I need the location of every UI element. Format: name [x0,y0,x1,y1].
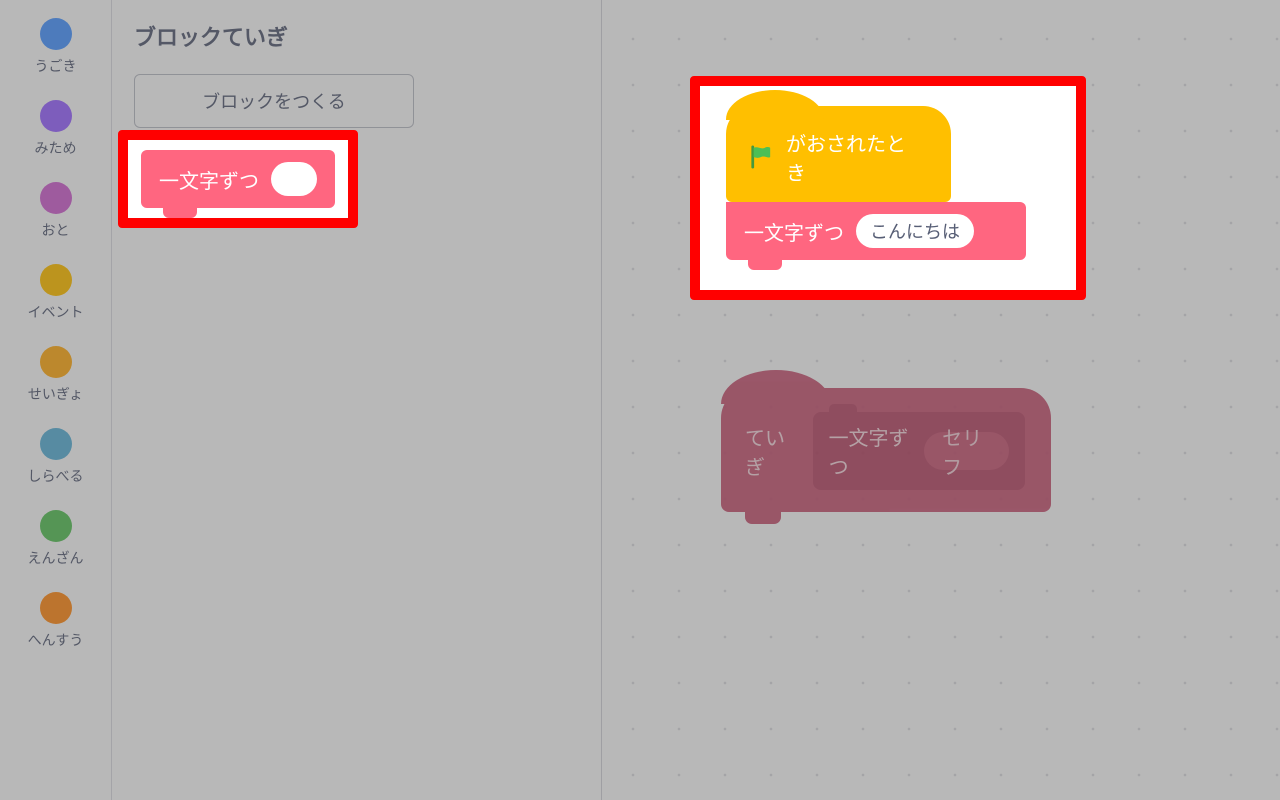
category-dot [40,264,72,296]
category-dot [40,510,72,542]
custom-block-call[interactable]: 一文字ずつ こんにちは [726,202,1026,260]
category-dot [40,592,72,624]
highlight-workspace-script: がおされたとき 一文字ずつ こんにちは [690,76,1086,300]
category-motion[interactable]: うごき [0,8,111,90]
category-variables[interactable]: へんすう [0,582,111,664]
app-root: うごき みため おと イベント せいぎょ しらべる えんざん へんすう [0,0,1280,800]
category-dot [40,428,72,460]
category-events[interactable]: イベント [0,254,111,336]
category-label: おと [42,220,70,240]
category-dot [40,346,72,378]
definition-script[interactable]: ていぎ 一文字ずつ セリフ [721,388,1051,512]
category-label: へんすう [28,630,84,650]
category-label: えんざん [28,548,84,568]
green-flag-icon [750,145,772,169]
script-stack[interactable]: がおされたとき 一文字ずつ こんにちは [726,106,1050,260]
custom-block-arg-input[interactable]: こんにちは [856,214,974,248]
block-bump [745,510,781,524]
category-operators[interactable]: えんざん [0,500,111,582]
block-bump [748,258,782,270]
definition-arg-name: セリフ [924,432,1009,470]
custom-block-sample[interactable]: 一文字ずつ [141,150,335,208]
make-block-button[interactable]: ブロックをつくる [134,74,414,128]
hat-block-label: がおされたとき [786,128,925,186]
custom-block-arg-input[interactable] [271,162,317,196]
hat-cap-shape [721,370,831,404]
definition-prototype: 一文字ずつ セリフ [813,412,1025,490]
category-label: みため [35,138,77,158]
category-dot [40,18,72,50]
definition-hat-block[interactable]: ていぎ 一文字ずつ セリフ [721,388,1051,512]
definition-prefix-label: ていぎ [745,422,797,480]
category-looks[interactable]: みため [0,90,111,172]
category-sound[interactable]: おと [0,172,111,254]
category-label: しらべる [28,466,84,486]
hat-cap-shape [726,90,824,120]
category-control[interactable]: せいぎょ [0,336,111,418]
category-label: うごき [35,56,77,76]
palette-title: ブロックていぎ [134,20,579,52]
custom-block-label: 一文字ずつ [744,217,844,246]
when-flag-clicked-block[interactable]: がおされたとき [726,106,951,202]
category-strip: うごき みため おと イベント せいぎょ しらべる えんざん へんすう [0,0,112,800]
category-dot [40,100,72,132]
category-sensing[interactable]: しらべる [0,418,111,500]
block-bump [163,206,197,218]
category-label: イベント [28,302,84,322]
category-label: せいぎょ [28,384,83,404]
block-palette: ブロックていぎ ブロックをつくる [112,0,602,800]
highlight-palette-block: 一文字ずつ [118,130,358,228]
custom-block-label: 一文字ずつ [159,165,259,194]
definition-proc-name: 一文字ずつ [829,422,911,480]
category-dot [40,182,72,214]
